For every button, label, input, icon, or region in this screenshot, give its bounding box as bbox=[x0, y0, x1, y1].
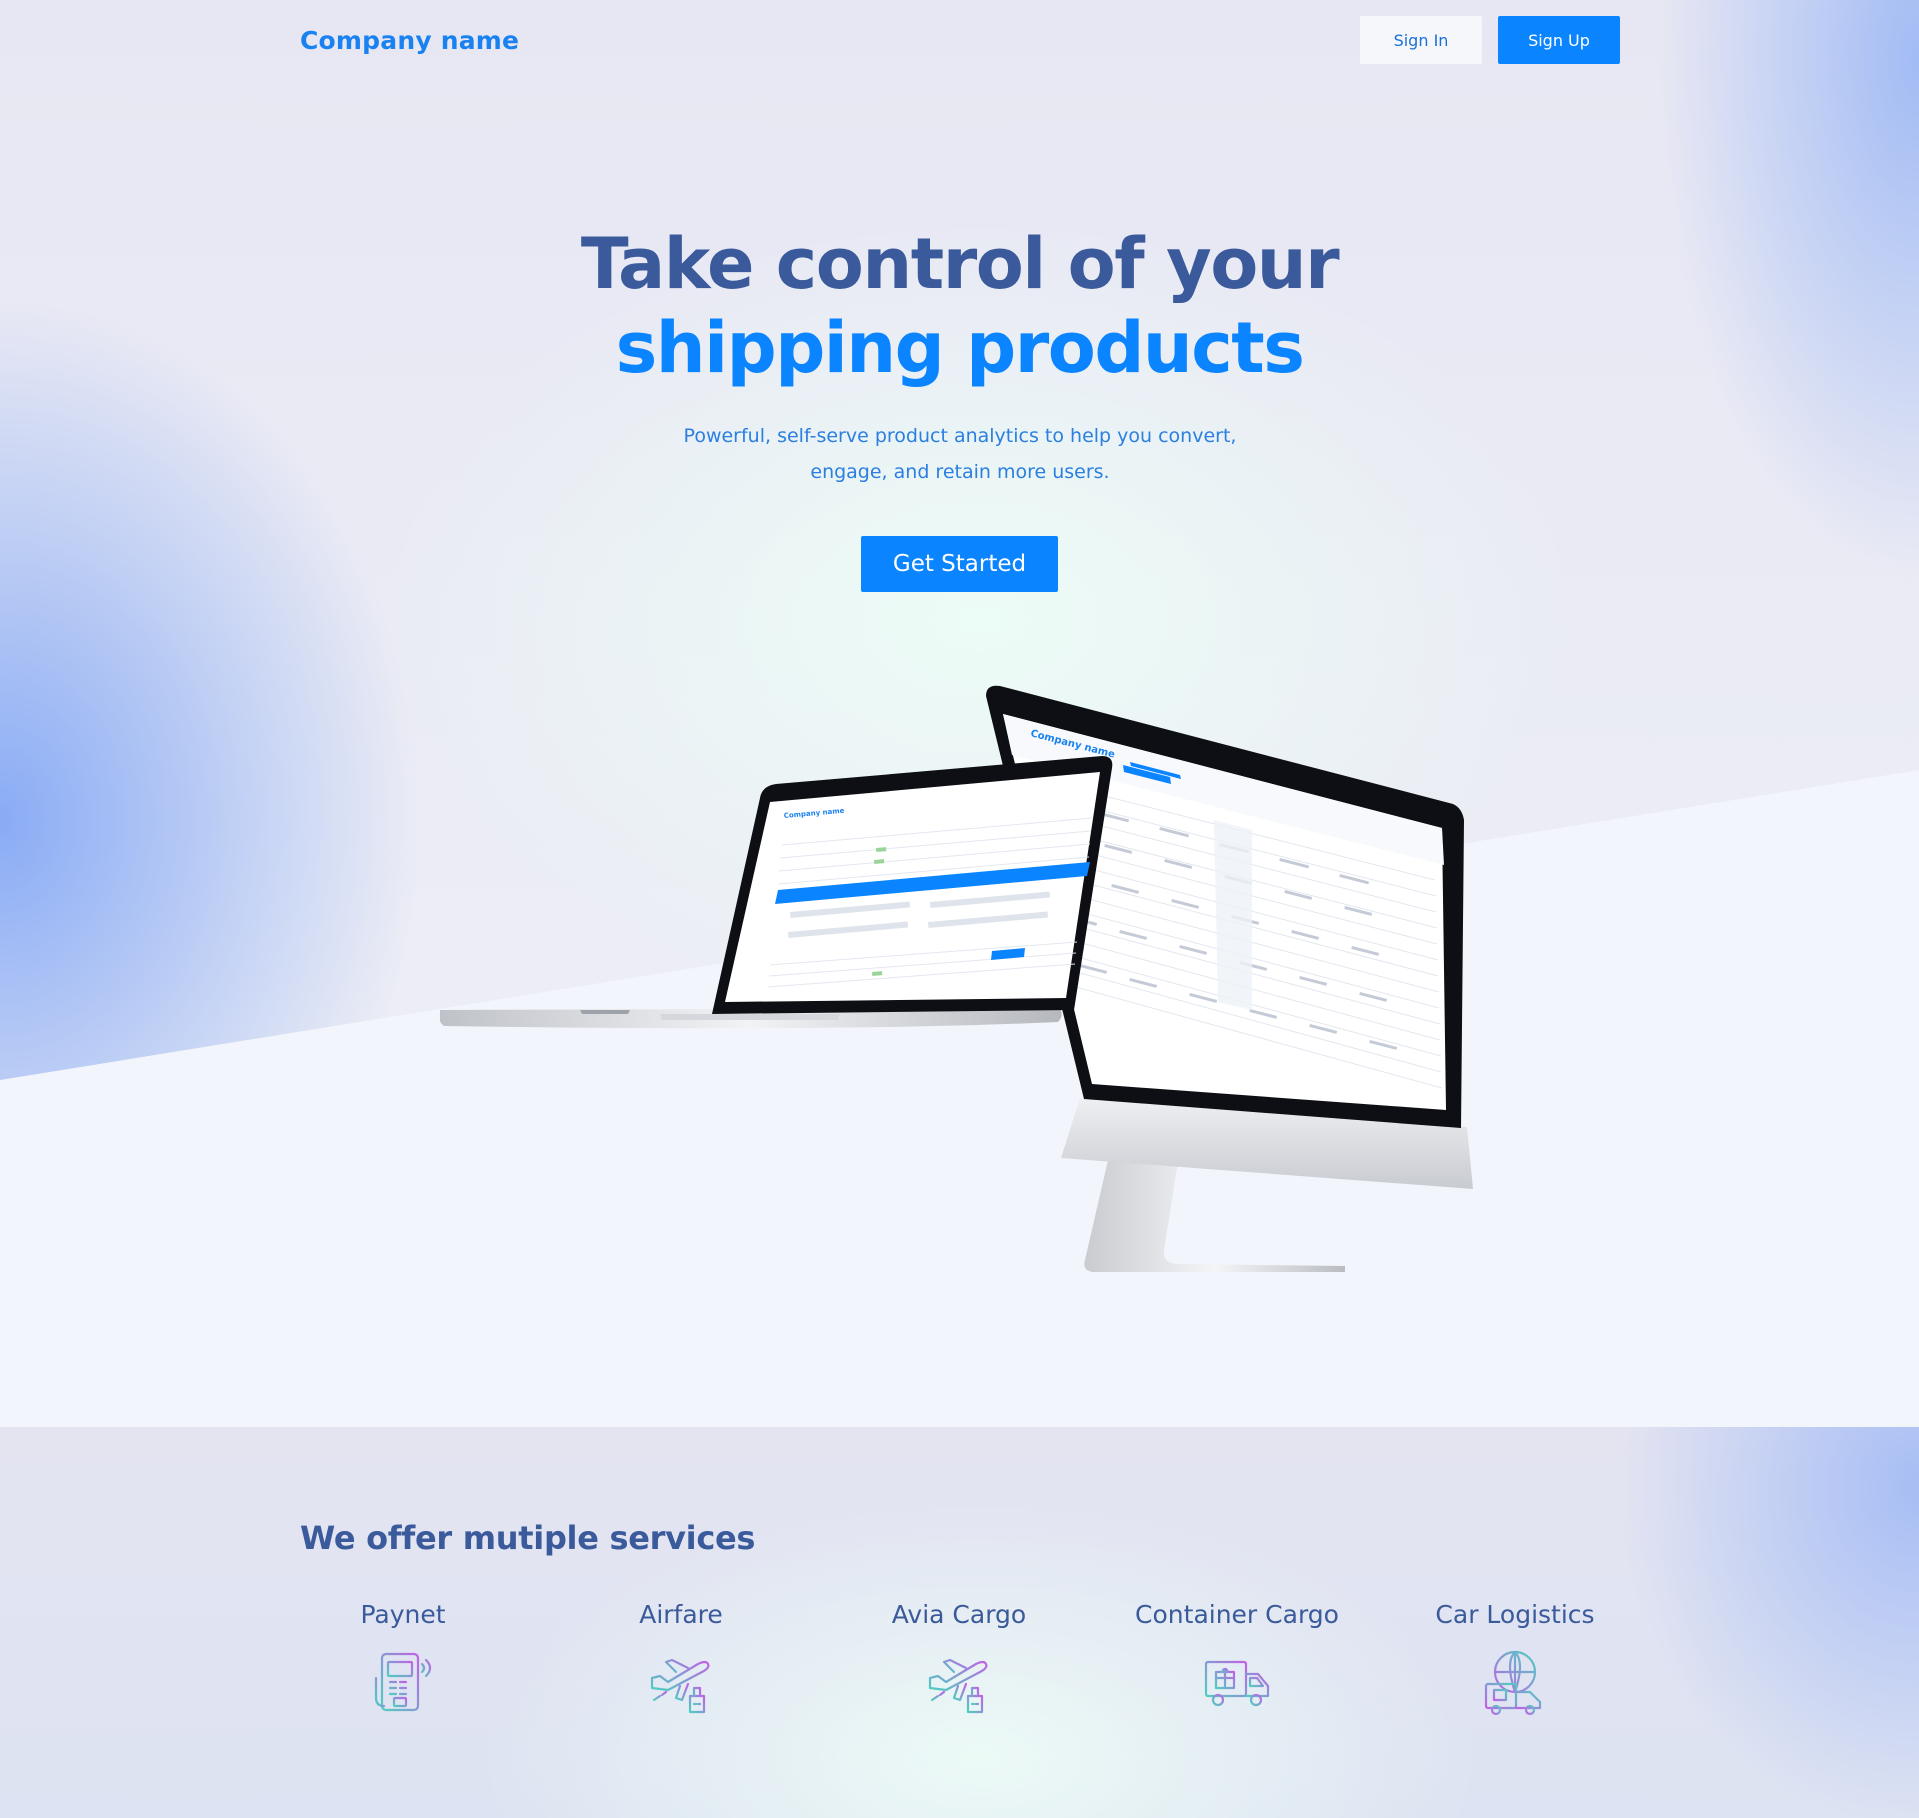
get-started-button[interactable]: Get Started bbox=[861, 536, 1058, 592]
hero-headline: Take control of your shipping products bbox=[0, 222, 1919, 390]
navbar: Company name Sign In Sign Up bbox=[0, 0, 1919, 90]
devices-mockup-illustration: Company name Company name bbox=[440, 685, 1473, 1272]
hero-headline-line1: Take control of your bbox=[580, 223, 1340, 305]
service-label: Paynet bbox=[360, 1600, 446, 1629]
brand-logo-link[interactable]: Company name bbox=[300, 26, 519, 55]
payment-terminal-icon bbox=[374, 1652, 432, 1712]
global-logistics-icon bbox=[1484, 1650, 1542, 1716]
hero-subtitle-line2: engage, and retain more users. bbox=[810, 461, 1110, 483]
service-label: Car Logistics bbox=[1435, 1600, 1595, 1629]
airplane-cargo-icon bbox=[926, 1658, 992, 1714]
service-car-logistics[interactable]: Car Logistics bbox=[1385, 1600, 1645, 1718]
service-label: Airfare bbox=[639, 1600, 723, 1629]
hero-subtitle-line1: Powerful, self-serve product analytics t… bbox=[683, 425, 1237, 447]
service-label: Avia Cargo bbox=[891, 1600, 1027, 1629]
airplane-icon bbox=[648, 1658, 714, 1714]
service-paynet[interactable]: Paynet bbox=[273, 1600, 533, 1718]
sign-in-button[interactable]: Sign In bbox=[1360, 16, 1482, 64]
delivery-truck-icon bbox=[1204, 1660, 1270, 1707]
services-title: We offer mutiple services bbox=[300, 1519, 756, 1557]
service-label: Container Cargo bbox=[1135, 1600, 1339, 1629]
services-section: We offer mutiple services Paynet Airfare bbox=[0, 1427, 1919, 1818]
hero-section: Company name Sign In Sign Up Take contro… bbox=[0, 0, 1919, 1427]
laptop-mockup: Company name bbox=[440, 756, 1113, 1029]
service-airfare[interactable]: Airfare bbox=[551, 1600, 811, 1718]
service-avia-cargo[interactable]: Avia Cargo bbox=[829, 1600, 1089, 1718]
hero-subtitle: Powerful, self-serve product analytics t… bbox=[620, 418, 1300, 490]
service-container-cargo[interactable]: Container Cargo bbox=[1107, 1600, 1367, 1718]
hero-headline-line2: shipping products bbox=[615, 307, 1305, 389]
sign-up-button[interactable]: Sign Up bbox=[1498, 16, 1620, 64]
